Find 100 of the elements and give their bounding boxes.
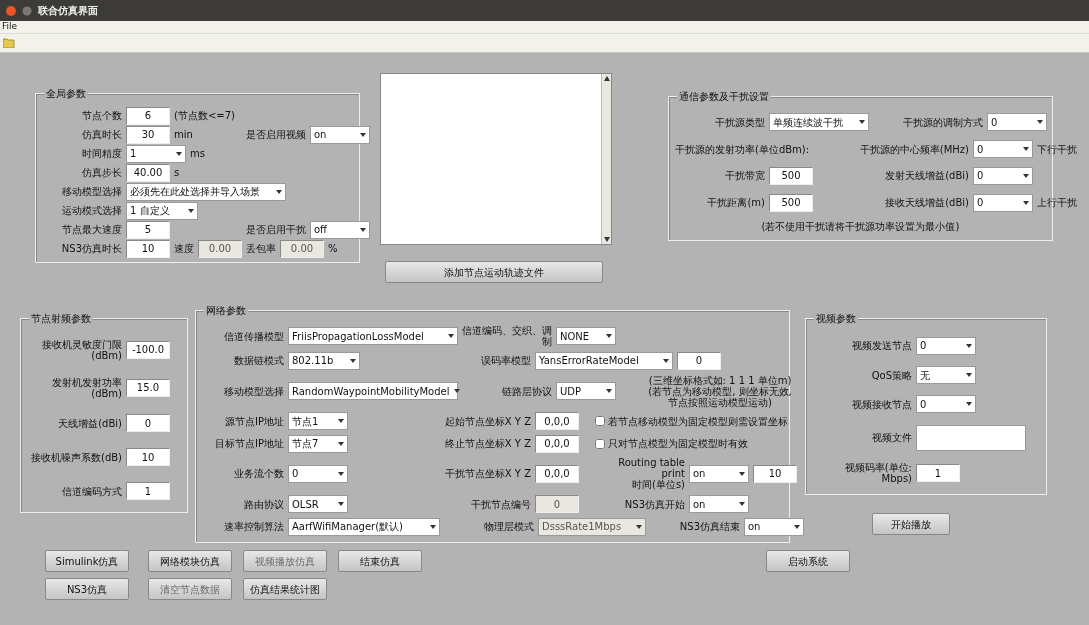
dropdown-arrow-icon[interactable] — [338, 419, 344, 424]
dropdown[interactable]: 节点7 — [288, 434, 348, 453]
dropdown[interactable]: 必须先在此处选择并导入场景 — [126, 182, 286, 201]
dropdown[interactable]: on — [310, 125, 370, 144]
dropdown[interactable]: YansErrorRateModel — [535, 351, 673, 370]
dropdown-arrow-icon[interactable] — [606, 334, 612, 339]
dropdown-arrow-icon[interactable] — [453, 389, 460, 394]
dropdown-arrow-icon[interactable] — [1023, 200, 1029, 205]
action-button[interactable]: NS3仿真 — [45, 578, 129, 600]
dropdown[interactable]: 802.11b — [288, 351, 360, 370]
dropdown-arrow-icon[interactable] — [794, 524, 800, 529]
input-field[interactable]: 500 — [769, 167, 813, 185]
action-button[interactable]: 仿真结果统计图 — [243, 578, 327, 600]
text-field[interactable] — [916, 424, 1026, 451]
dropdown-arrow-icon[interactable] — [188, 208, 194, 213]
input-field[interactable]: 30 — [126, 125, 170, 144]
dropdown-arrow-icon[interactable] — [276, 189, 282, 194]
dropdown[interactable]: OLSR — [288, 495, 348, 514]
dropdown[interactable]: 0 — [987, 113, 1047, 132]
input-field[interactable]: 0,0,0 — [535, 464, 579, 483]
dropdown-arrow-icon[interactable] — [966, 402, 972, 407]
dropdown[interactable]: 0 — [916, 395, 976, 414]
dropdown[interactable]: 0 — [973, 167, 1033, 185]
dropdown-arrow-icon[interactable] — [1023, 174, 1029, 178]
dropdown[interactable]: 1 — [126, 144, 186, 163]
dropdown[interactable]: on — [744, 517, 804, 536]
action-button[interactable]: Simulink仿真 — [45, 550, 129, 572]
dropdown[interactable]: 0 — [973, 140, 1033, 159]
dropdown-arrow-icon[interactable] — [430, 524, 436, 529]
close-icon[interactable] — [6, 5, 16, 16]
scroll-up-icon[interactable] — [603, 76, 610, 81]
checkbox[interactable] — [595, 416, 605, 427]
dropdown-arrow-icon[interactable] — [338, 471, 344, 476]
dropdown[interactable]: FriisPropagationLossModel — [288, 327, 458, 346]
unit-label: min — [174, 129, 193, 140]
dropdown[interactable]: off — [310, 220, 370, 239]
action-button[interactable]: 网络模块仿真 — [148, 550, 232, 572]
minimize-icon[interactable] — [22, 5, 32, 16]
dropdown[interactable]: 单频连续波干扰 — [769, 113, 869, 132]
dropdown[interactable]: 0 — [288, 464, 348, 483]
input-field[interactable]: 1 — [126, 482, 170, 501]
action-button[interactable]: 结束仿真 — [338, 550, 422, 572]
dropdown[interactable]: 无 — [916, 366, 976, 385]
play-button[interactable]: 开始播放 — [872, 513, 950, 535]
input-field[interactable]: 40.00 — [126, 163, 170, 182]
input-field[interactable]: 1 — [916, 464, 960, 483]
dropdown-arrow-icon[interactable] — [966, 343, 972, 348]
dropdown-arrow-icon[interactable] — [448, 334, 454, 339]
field-label: 运动模式选择 — [61, 205, 122, 216]
input-field[interactable]: 0,0,0 — [535, 412, 579, 431]
dropdown[interactable]: 0 — [916, 336, 976, 355]
input-field[interactable]: 5 — [126, 220, 170, 239]
checkbox[interactable] — [595, 438, 605, 449]
dropdown-arrow-icon[interactable] — [360, 227, 366, 232]
load-file-button[interactable]: 添加节点运动轨迹文件 — [385, 261, 603, 283]
input-field[interactable]: 10 — [126, 448, 170, 467]
input-field[interactable]: -100.0 — [126, 340, 170, 359]
dropdown-arrow-icon[interactable] — [360, 132, 366, 137]
input-field[interactable]: 6 — [126, 106, 170, 125]
input-field[interactable]: 15.0 — [126, 378, 170, 397]
dropdown-arrow-icon[interactable] — [859, 120, 865, 125]
scrollbar[interactable] — [601, 74, 611, 244]
field-label: 节点个数 — [81, 110, 122, 121]
action-button[interactable]: 启动系统 — [766, 550, 850, 572]
dropdown[interactable]: on — [689, 464, 749, 483]
dropdown-arrow-icon[interactable] — [350, 358, 356, 363]
menu-item[interactable]: File — [2, 20, 18, 34]
dropdown[interactable]: RandomWaypointMobilityModel — [288, 382, 458, 401]
dropdown[interactable]: NONE — [556, 327, 616, 346]
scroll-down-icon[interactable] — [603, 237, 610, 242]
input-field[interactable]: 10 — [753, 464, 797, 483]
field-label: 接收天线增益(dBi) — [884, 197, 969, 209]
dropdown-arrow-icon[interactable] — [338, 502, 344, 507]
field-label: 目标节点IP地址 — [214, 438, 284, 450]
input-field[interactable]: 0,0,0 — [535, 434, 579, 453]
field-label: 移动模型选择 — [61, 186, 122, 197]
dropdown[interactable]: 1 自定义 — [126, 201, 198, 220]
field-label: 终止节点坐标X Y Z — [443, 438, 531, 450]
dropdown[interactable]: UDP — [556, 382, 616, 401]
dropdown[interactable]: on — [689, 495, 749, 514]
dropdown[interactable]: AarfWifiManager(默认) — [288, 517, 440, 536]
dropdown-arrow-icon[interactable] — [338, 441, 344, 446]
input-field[interactable]: 500 — [769, 193, 813, 212]
field-label: QoS策略 — [870, 369, 912, 381]
dropdown[interactable]: 0 — [973, 193, 1033, 212]
dropdown[interactable]: 节点1 — [288, 412, 348, 431]
dropdown-arrow-icon[interactable] — [739, 502, 745, 507]
field-label: 信道编码方式 — [61, 485, 122, 497]
unit-label: 下行干扰 — [1037, 143, 1077, 155]
dropdown-arrow-icon[interactable] — [1037, 120, 1043, 125]
dropdown-arrow-icon[interactable] — [606, 389, 612, 394]
dropdown-arrow-icon[interactable] — [176, 151, 182, 156]
field-label: 仿真步长 — [81, 167, 122, 178]
input-field[interactable]: 10 — [126, 239, 170, 258]
dropdown-arrow-icon[interactable] — [966, 373, 972, 378]
dropdown-arrow-icon[interactable] — [663, 358, 669, 363]
dropdown-arrow-icon[interactable] — [739, 471, 745, 476]
dropdown-arrow-icon[interactable] — [1023, 147, 1029, 152]
input-field[interactable]: 0 — [677, 351, 721, 370]
input-field[interactable]: 0 — [126, 414, 170, 433]
